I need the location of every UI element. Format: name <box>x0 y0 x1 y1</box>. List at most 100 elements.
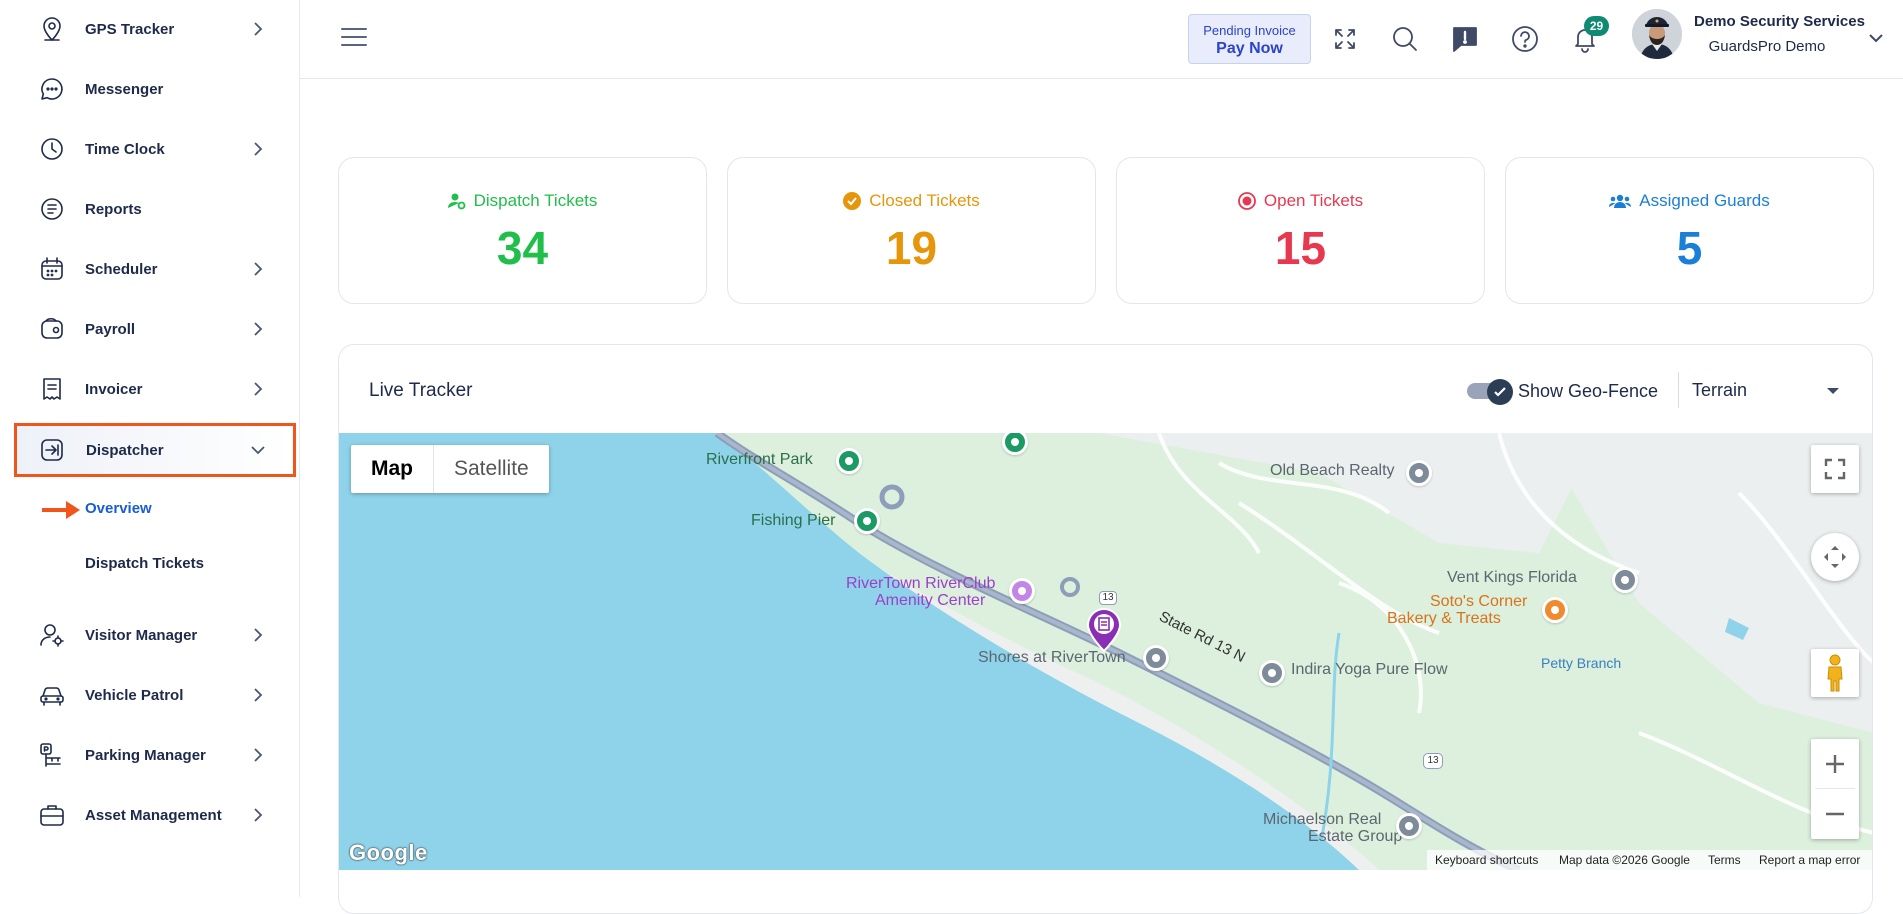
stat-label: Closed Tickets <box>869 191 980 210</box>
map-type-select[interactable]: Terrain <box>1692 380 1747 401</box>
chevron-down-icon[interactable] <box>1866 28 1886 48</box>
route-shield: 13 <box>1423 753 1443 769</box>
sidebar-subitem-dispatch-tickets[interactable]: Dispatch Tickets <box>85 555 204 572</box>
keyboard-shortcuts-link[interactable]: Keyboard shortcuts <box>1435 853 1538 867</box>
map-view[interactable]: Map Satellite Riverfront Park Fishing Pi… <box>339 433 1872 870</box>
chevron-right-icon <box>248 745 268 765</box>
place-pin-icon[interactable] <box>1396 813 1422 839</box>
sidebar-item-asset-management[interactable]: Asset Management <box>14 788 296 842</box>
sidebar-item-visitor-manager[interactable]: Visitor Manager <box>14 608 296 662</box>
user-org: GuardsPro Demo <box>1708 38 1826 55</box>
live-tracker-card: Live Tracker Show Geo-Fence Terrain Map … <box>338 344 1873 914</box>
amenity-pin-icon[interactable] <box>1009 578 1035 604</box>
restaurant-pin-icon[interactable] <box>1542 597 1568 623</box>
place-pin-icon[interactable] <box>1259 660 1285 686</box>
sidebar-item-time-clock[interactable]: Time Clock <box>14 122 296 176</box>
stat-card-header: Closed Tickets <box>728 191 1095 211</box>
notification-badge: 29 <box>1584 16 1609 36</box>
pay-now-button[interactable]: Pending Invoice Pay Now <box>1188 14 1311 64</box>
zoom-control <box>1811 739 1859 839</box>
pegman-button[interactable] <box>1811 649 1859 697</box>
sidebar-item-label: Parking Manager <box>85 746 206 764</box>
user-name: Demo Security Services <box>1694 13 1865 30</box>
chevron-down-icon <box>248 440 268 460</box>
map-label-indira-yoga: Indira Yoga Pure Flow <box>1291 661 1448 678</box>
avatar[interactable] <box>1632 9 1682 59</box>
parking-icon <box>36 739 68 771</box>
terms-link[interactable]: Terms <box>1708 853 1741 867</box>
sidebar-item-label: Asset Management <box>85 806 222 824</box>
help-icon[interactable] <box>1510 24 1540 54</box>
top-header: Pending Invoice Pay Now 29 Demo Security… <box>300 0 1903 79</box>
wallet-icon <box>36 313 68 345</box>
chevron-right-icon <box>248 379 268 399</box>
caret-down-icon[interactable] <box>1827 388 1839 394</box>
place-pin-icon[interactable] <box>1143 645 1169 671</box>
sidebar-item-scheduler[interactable]: Scheduler <box>14 242 296 296</box>
dispatch-marker-icon[interactable] <box>1084 605 1124 653</box>
map-rotate-button[interactable] <box>1811 533 1859 581</box>
sidebar-item-parking-manager[interactable]: Parking Manager <box>14 728 296 782</box>
user-gear-icon <box>447 193 466 210</box>
stat-label: Open Tickets <box>1263 191 1364 210</box>
menu-icon[interactable] <box>341 28 367 50</box>
arrow-right-icon <box>42 501 80 519</box>
zoom-out-button[interactable] <box>1815 789 1855 839</box>
fullscreen-icon[interactable] <box>1330 24 1360 54</box>
chat-bubble-icon <box>36 73 68 105</box>
stat-card-open-tickets[interactable]: Open Tickets 15 <box>1116 157 1485 304</box>
place-pin-icon[interactable] <box>1406 460 1432 486</box>
sidebar-item-payroll[interactable]: Payroll <box>14 302 296 356</box>
map-pin-icon <box>36 13 68 45</box>
place-pin-icon[interactable] <box>1612 567 1638 593</box>
search-icon[interactable] <box>1390 24 1420 54</box>
map-tab-satellite[interactable]: Satellite <box>434 445 549 493</box>
map-label-riverfront-park: Riverfront Park <box>706 451 813 468</box>
geofence-toggle[interactable] <box>1467 379 1513 405</box>
map-fullscreen-button[interactable] <box>1811 445 1859 493</box>
sidebar-item-reports[interactable]: Reports <box>14 182 296 236</box>
stat-label: Assigned Guards <box>1639 191 1770 210</box>
record-icon <box>1237 192 1256 210</box>
sidebar-subitem-overview[interactable]: Overview <box>85 500 152 517</box>
chevron-right-icon <box>248 805 268 825</box>
stat-card-header: Open Tickets <box>1117 191 1484 211</box>
map-label-bakery: Bakery & Treats <box>1387 610 1501 627</box>
stat-card-header: Assigned Guards <box>1506 191 1873 211</box>
clock-icon <box>36 133 68 165</box>
park-pin-icon[interactable] <box>836 448 862 474</box>
briefcase-icon <box>36 799 68 831</box>
pegman-icon <box>1827 654 1843 692</box>
geofence-label: Show Geo-Fence <box>1518 381 1659 401</box>
stat-card-dispatch-tickets[interactable]: Dispatch Tickets 34 <box>338 157 707 304</box>
chevron-right-icon <box>248 625 268 645</box>
sidebar: GPS Tracker Messenger Time Clock Reports… <box>0 0 300 897</box>
stat-card-assigned-guards[interactable]: Assigned Guards 5 <box>1505 157 1874 304</box>
car-icon <box>36 679 68 711</box>
sidebar-item-invoicer[interactable]: Invoicer <box>14 362 296 416</box>
sidebar-item-label: Scheduler <box>85 260 158 278</box>
map-label-estate-group: Estate Group <box>1308 828 1403 845</box>
live-tracker-title: Live Tracker <box>369 380 473 401</box>
compass-icon <box>1824 546 1846 568</box>
map-label-rivertown-club: RiverTown RiverClub <box>846 575 996 592</box>
sidebar-item-label: Time Clock <box>85 140 165 158</box>
sidebar-item-dispatcher[interactable]: Dispatcher <box>14 423 296 477</box>
sidebar-item-label: Dispatcher <box>86 441 164 459</box>
zoom-in-button[interactable] <box>1815 739 1855 789</box>
map-type-control: Map Satellite <box>351 445 549 493</box>
stat-value: 34 <box>496 222 549 274</box>
feedback-icon[interactable] <box>1450 24 1480 54</box>
plus-icon <box>1826 754 1844 773</box>
sidebar-item-gps-tracker[interactable]: GPS Tracker <box>14 2 296 56</box>
pier-pin-icon[interactable] <box>854 508 880 534</box>
map-label-vent-kings: Vent Kings Florida <box>1447 569 1577 586</box>
sidebar-item-messenger[interactable]: Messenger <box>14 62 296 116</box>
report-error-link[interactable]: Report a map error <box>1759 853 1860 867</box>
fullscreen-icon <box>1824 458 1846 480</box>
stat-card-closed-tickets[interactable]: Closed Tickets 19 <box>727 157 1096 304</box>
map-tab-map[interactable]: Map <box>351 445 434 493</box>
stat-value: 5 <box>1676 222 1703 274</box>
sidebar-item-vehicle-patrol[interactable]: Vehicle Patrol <box>14 668 296 722</box>
stat-card-header: Dispatch Tickets <box>339 191 706 211</box>
